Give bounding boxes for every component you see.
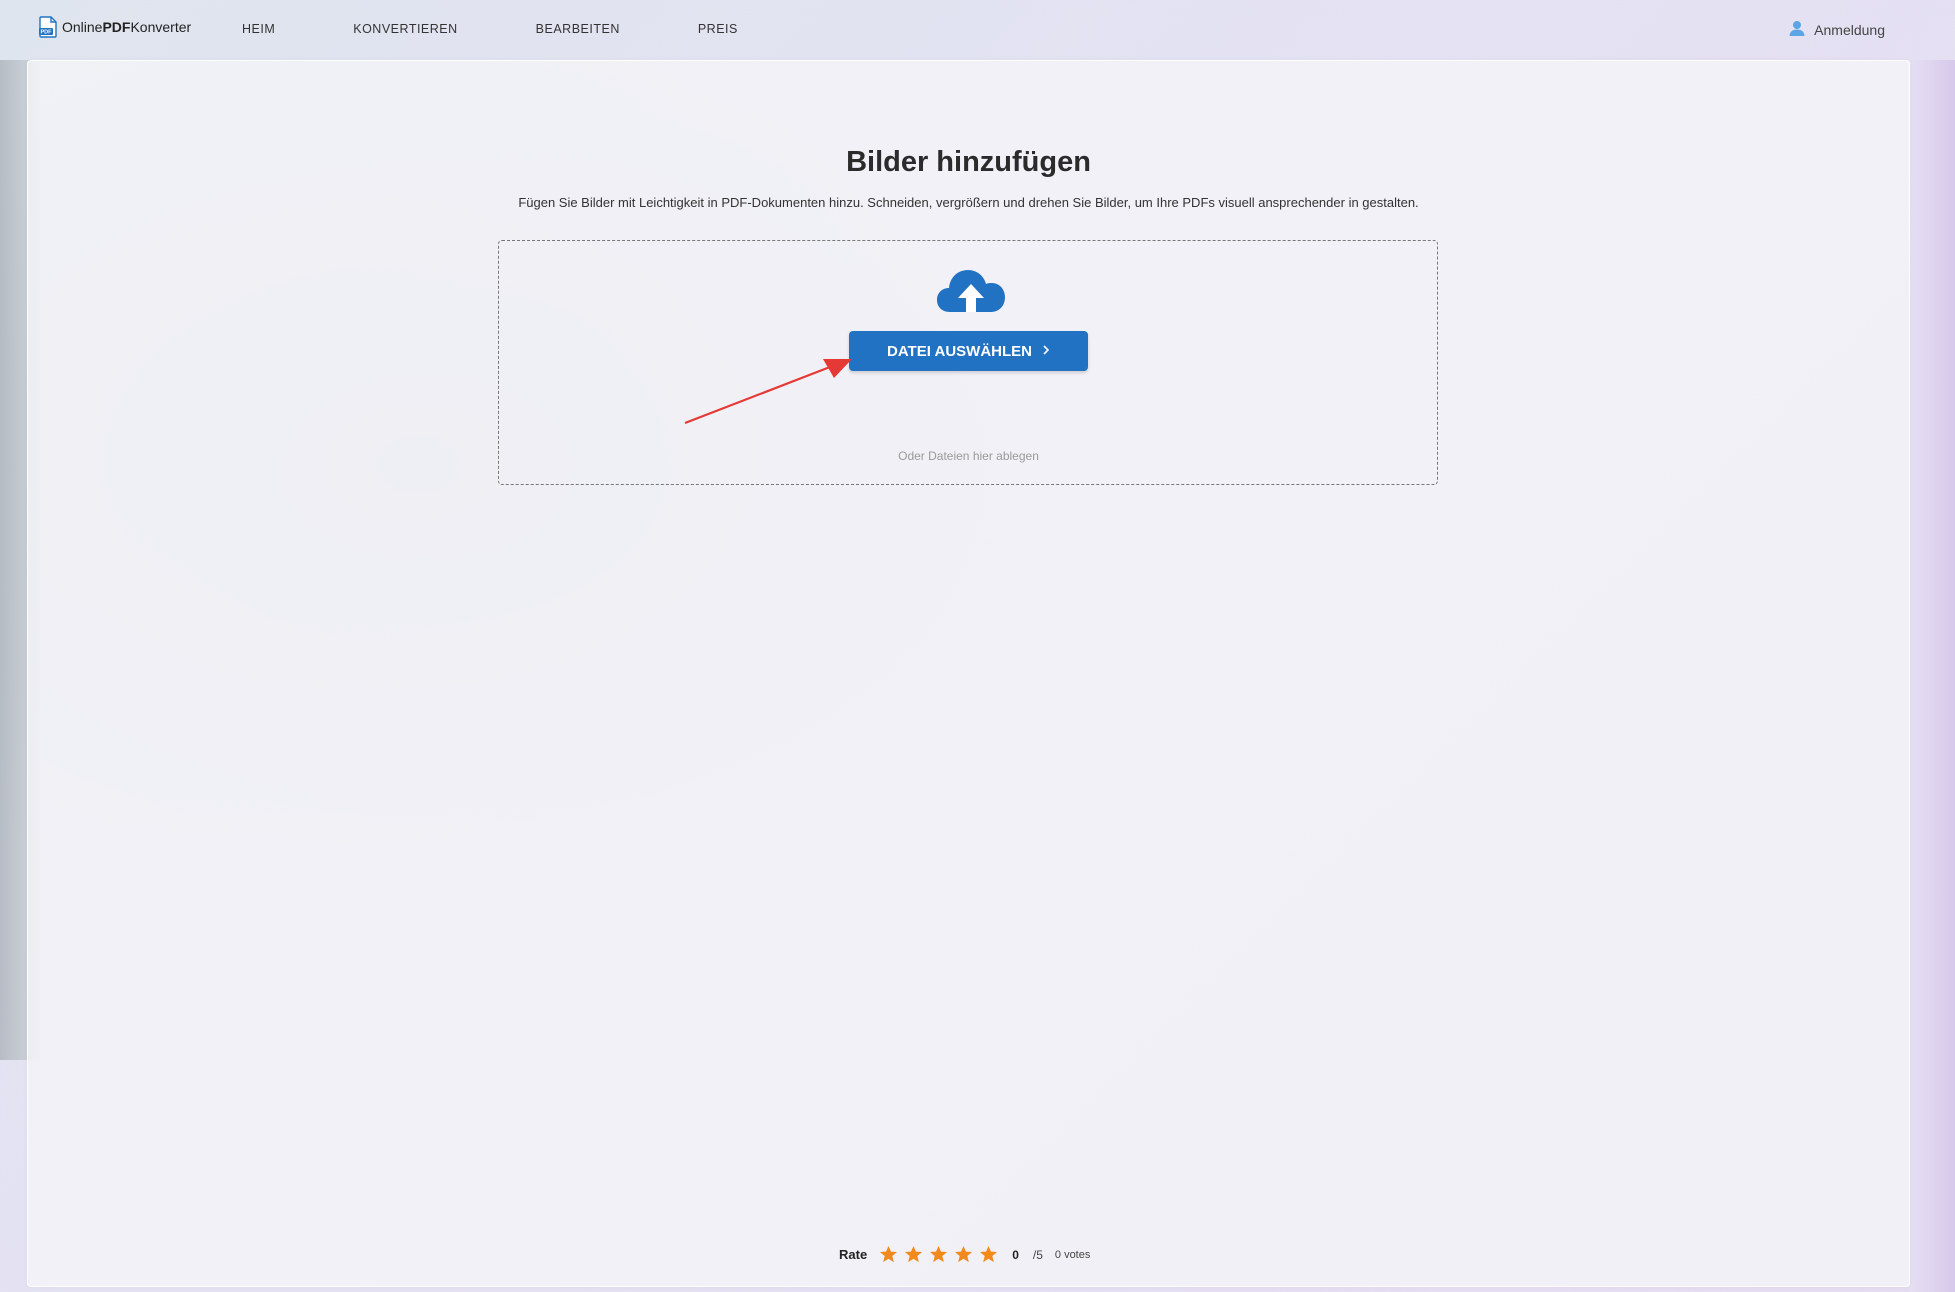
nav-item-preis[interactable]: PREIS xyxy=(698,22,738,36)
logo-text-konverter: Konverter xyxy=(130,19,192,35)
nav-item-heim[interactable]: HEIM xyxy=(242,22,275,36)
rating-bar: Rate 0 /5 0 votes xyxy=(839,1245,1090,1264)
login-link[interactable]: Anmeldung xyxy=(1788,19,1885,40)
rating-votes: 0 votes xyxy=(1054,1248,1091,1261)
login-label: Anmeldung xyxy=(1814,21,1885,38)
star-icon[interactable] xyxy=(979,1245,998,1264)
rating-stars xyxy=(879,1245,998,1264)
background-edge-right xyxy=(1910,60,1955,1292)
rate-label: Rate xyxy=(839,1247,868,1262)
logo-text-pdf: PDF xyxy=(102,19,131,35)
select-file-button[interactable]: DATEI AUSWÄHLEN xyxy=(849,331,1088,371)
chevron-right-icon xyxy=(1042,343,1050,360)
star-icon[interactable] xyxy=(929,1245,948,1264)
user-icon xyxy=(1788,19,1806,40)
site-logo[interactable]: PDF OnlinePDFKonverter xyxy=(38,16,191,38)
site-header: PDF OnlinePDFKonverter HEIM KONVERTIEREN… xyxy=(0,0,1955,58)
nav-item-bearbeiten[interactable]: BEARBEITEN xyxy=(536,22,620,36)
logo-text-online: Online xyxy=(62,19,103,35)
svg-text:PDF: PDF xyxy=(41,30,53,36)
page-title: Bilder hinzufügen xyxy=(846,146,1091,178)
nav-item-konvertieren[interactable]: KONVERTIEREN xyxy=(353,22,457,36)
star-icon[interactable] xyxy=(954,1245,973,1264)
star-icon[interactable] xyxy=(904,1245,923,1264)
select-file-button-label: DATEI AUSWÄHLEN xyxy=(887,342,1032,360)
page-subtitle: Fügen Sie Bilder mit Leichtigkeit in PDF… xyxy=(518,195,1419,210)
rating-out-of: /5 xyxy=(1032,1247,1043,1262)
cloud-upload-icon[interactable] xyxy=(936,266,1006,316)
star-icon[interactable] xyxy=(879,1245,898,1264)
rating-score: 0 xyxy=(1012,1247,1019,1262)
drop-hint-text: Oder Dateien hier ablegen xyxy=(898,449,1039,463)
pdf-file-icon: PDF xyxy=(38,16,58,38)
main-nav: HEIM KONVERTIEREN BEARBEITEN PREIS xyxy=(242,22,816,36)
